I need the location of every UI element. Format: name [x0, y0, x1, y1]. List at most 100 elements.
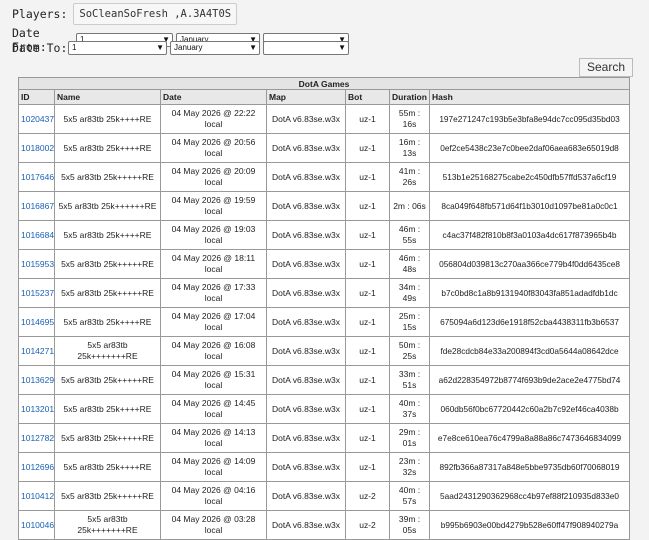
cell-duration: 50m : 25s — [389, 336, 430, 366]
cell-date: 04 May 2026 @ 14:45 local — [160, 394, 267, 424]
table-row: 1010412 5x5 ar83tb 25k+++++RE 04 May 2026 … — [18, 481, 631, 511]
cell-bot: uz-1 — [345, 336, 390, 366]
cell-bot: uz-1 — [345, 220, 390, 250]
cell-hash: 056804d039813c270aa366ce779b4f0dd6435ce8 — [428, 249, 631, 279]
players-input[interactable]: SoCleanSoFresh ,A.3A4T0S — [73, 3, 238, 25]
column-header-bot: Bot — [345, 89, 390, 105]
game-id-link[interactable]: 1015237 — [18, 278, 55, 308]
table-row: 1012782 5x5 ar83tb 25k+++++RE 04 May 2026 … — [18, 423, 631, 453]
date-to-day-select[interactable]: 1 ▼ — [68, 41, 167, 55]
cell-name: 5x5 ar83tb 25k+++++RE — [54, 249, 161, 279]
cell-duration: 41m : 26s — [389, 162, 430, 192]
cell-name: 5x5 ar83tb 25k+++++RE — [54, 162, 161, 192]
cell-map: DotA v6.83se.w3x — [266, 510, 346, 540]
game-id-link[interactable]: 1012782 — [18, 423, 55, 453]
cell-duration: 40m : 37s — [389, 394, 430, 424]
cell-bot: uz-2 — [345, 481, 390, 511]
cell-name: 5x5 ar83tb 25k++++RE — [54, 394, 161, 424]
date-to-year-select[interactable]: ▼ — [263, 41, 349, 55]
cell-hash: 513b1e25168275cabe2c450dfb57ffd537a6cf19 — [428, 162, 631, 192]
table-row: 1018002 5x5 ar83tb 25k++++RE 04 May 2026 @… — [18, 133, 631, 163]
table-caption: DotA Games — [17, 77, 631, 90]
cell-map: DotA v6.83se.w3x — [266, 452, 346, 482]
game-id-link[interactable]: 1015953 — [18, 249, 55, 279]
players-row: Players: SoCleanSoFresh ,A.3A4T0S — [12, 3, 238, 25]
column-header-hash: Hash — [428, 89, 631, 105]
cell-bot: uz-1 — [345, 162, 390, 192]
cell-hash: 197e271247c193b5e3bfa8e94dc7cc095d35bd03 — [428, 104, 631, 134]
cell-hash: 060db56f0bc67720442c60a2b7c92ef46ca4038b — [428, 394, 631, 424]
game-id-link[interactable]: 1017646 — [18, 162, 55, 192]
game-id-link[interactable]: 1010412 — [18, 481, 55, 511]
cell-map: DotA v6.83se.w3x — [266, 423, 346, 453]
date-to-row: Date To: 1 ▼ January ▼ ▼ — [12, 41, 352, 55]
cell-bot: uz-1 — [345, 307, 390, 337]
cell-bot: uz-1 — [345, 452, 390, 482]
search-button[interactable]: Search — [579, 58, 633, 77]
players-label: Players: — [12, 7, 68, 21]
games-table: DotA Games ID Name Date Map Bot Duration Hash … — [17, 77, 631, 540]
cell-date: 04 May 2026 @ 19:59 local — [160, 191, 267, 221]
table-row: 1014695 5x5 ar83tb 25k++++RE 04 May 2026 @… — [18, 307, 631, 337]
table-row: 1015953 5x5 ar83tb 25k+++++RE 04 May 2026 … — [18, 249, 631, 279]
column-header-date: Date — [160, 89, 267, 105]
cell-bot: uz-1 — [345, 133, 390, 163]
date-to-month-select[interactable]: January ▼ — [170, 41, 260, 55]
cell-date: 04 May 2026 @ 19:03 local — [160, 220, 267, 250]
cell-date: 04 May 2026 @ 22:22 local — [160, 104, 267, 134]
table-row: 1013629 5x5 ar83tb 25k+++++RE 04 May 2026 … — [18, 365, 631, 395]
game-id-link[interactable]: 1020437 — [18, 104, 55, 134]
game-id-link[interactable]: 1012696 — [18, 452, 55, 482]
game-id-link[interactable]: 1018002 — [18, 133, 55, 163]
cell-name: 5x5 ar83tb 25k++++RE — [54, 220, 161, 250]
table-row: 1013201 5x5 ar83tb 25k++++RE 04 May 2026 @… — [18, 394, 631, 424]
cell-hash: 675094a6d123d6e1918f52cba4438311fb3b6537 — [428, 307, 631, 337]
cell-hash: 8ca049f648fb571d64f1b3010d1097be81a0c0c1 — [428, 191, 631, 221]
cell-hash: 892fb366a87317a848e5bbe9735db60f70068019 — [428, 452, 631, 482]
cell-bot: uz-1 — [345, 249, 390, 279]
game-id-link[interactable]: 1013629 — [18, 365, 55, 395]
game-id-link[interactable]: 1014271 — [18, 336, 55, 366]
date-to-day-value: 1 — [72, 43, 77, 52]
cell-bot: uz-2 — [345, 510, 390, 540]
cell-date: 04 May 2026 @ 14:09 local — [160, 452, 267, 482]
cell-date: 04 May 2026 @ 15:31 local — [160, 365, 267, 395]
cell-name: 5x5 ar83tb 25k++++RE — [54, 104, 161, 134]
cell-name: 5x5 ar83tb 25k++++RE — [54, 452, 161, 482]
cell-map: DotA v6.83se.w3x — [266, 307, 346, 337]
column-header-duration: Duration — [389, 89, 430, 105]
game-id-link[interactable]: 1016867 — [18, 191, 55, 221]
cell-bot: uz-1 — [345, 394, 390, 424]
cell-hash: b7c0bd8c1a8b9131940f83043fa851adadfdb1dc — [428, 278, 631, 308]
table-row: 1016867 5x5 ar83tb 25k++++++RE 04 May 2026… — [18, 191, 631, 221]
cell-name: 5x5 ar83tb 25k+++++RE — [54, 278, 161, 308]
cell-duration: 23m : 32s — [389, 452, 430, 482]
cell-hash: 0ef2ce5438c23e7c0bee2daf06aea683e65019d8 — [428, 133, 631, 163]
cell-duration: 34m : 49s — [389, 278, 430, 308]
cell-duration: 16m : 13s — [389, 133, 430, 163]
cell-map: DotA v6.83se.w3x — [266, 220, 346, 250]
date-to-month-value: January — [174, 43, 203, 52]
cell-duration: 25m : 15s — [389, 307, 430, 337]
cell-duration: 29m : 01s — [389, 423, 430, 453]
cell-map: DotA v6.83se.w3x — [266, 278, 346, 308]
cell-date: 04 May 2026 @ 20:09 local — [160, 162, 267, 192]
cell-map: DotA v6.83se.w3x — [266, 191, 346, 221]
cell-duration: 2m : 06s — [389, 191, 430, 221]
cell-hash: e7e8ce610ea76c4799a8a88a86c7473646834099 — [428, 423, 631, 453]
table-row: 1010046 5x5 ar83tb 25k+++++++RE 04 May 202… — [18, 510, 631, 540]
game-id-link[interactable]: 1013201 — [18, 394, 55, 424]
game-id-link[interactable]: 1010046 — [18, 510, 55, 540]
cell-duration: 39m : 05s — [389, 510, 430, 540]
cell-map: DotA v6.83se.w3x — [266, 133, 346, 163]
cell-map: DotA v6.83se.w3x — [266, 481, 346, 511]
cell-map: DotA v6.83se.w3x — [266, 104, 346, 134]
cell-date: 04 May 2026 @ 04:16 local — [160, 481, 267, 511]
column-header-name: Name — [54, 89, 161, 105]
cell-bot: uz-1 — [345, 191, 390, 221]
date-to-label: Date To: — [12, 41, 68, 55]
cell-name: 5x5 ar83tb 25k+++++++RE — [54, 510, 161, 540]
game-id-link[interactable]: 1016684 — [18, 220, 55, 250]
cell-duration: 55m : 16s — [389, 104, 430, 134]
game-id-link[interactable]: 1014695 — [18, 307, 55, 337]
